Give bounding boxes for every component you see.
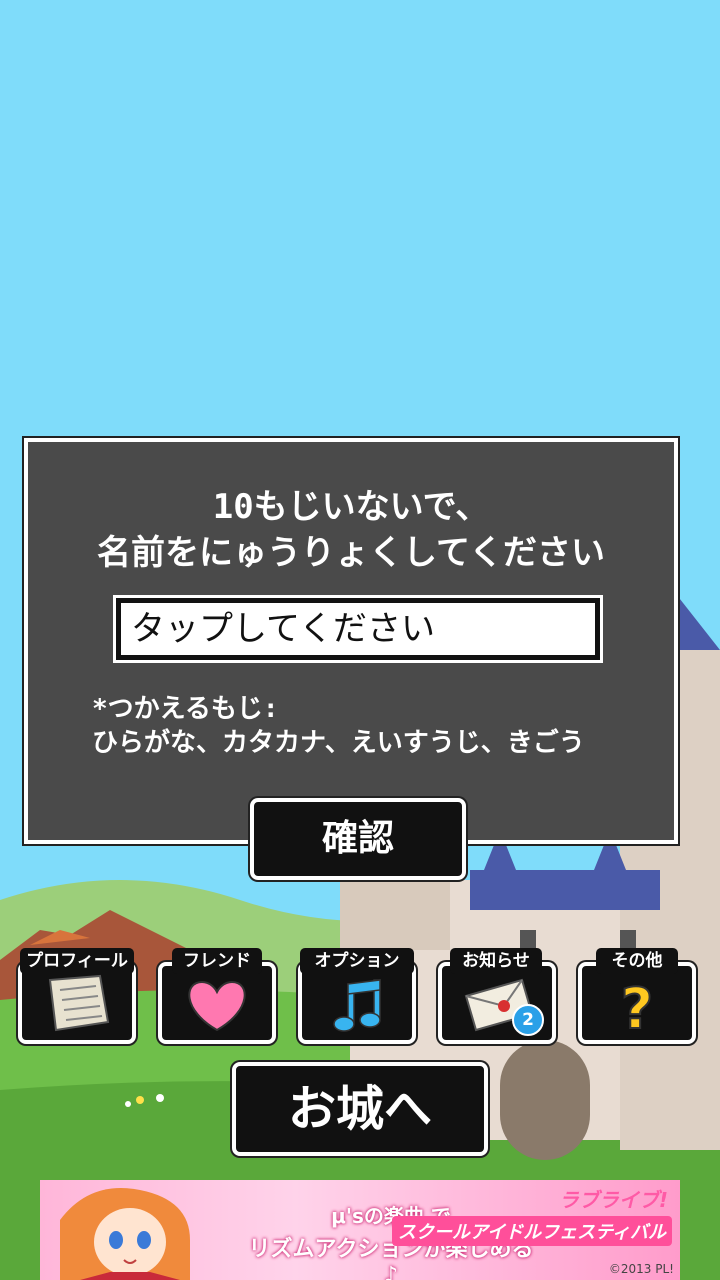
other-tag: その他	[596, 948, 678, 974]
option-button[interactable]	[298, 962, 416, 1044]
friend-button[interactable]	[158, 962, 276, 1044]
prompt-line-2: 名前をにゅうりょくしてください	[97, 533, 605, 573]
svg-text:?: ?	[621, 977, 653, 1040]
heart-icon	[188, 980, 246, 1032]
go-to-castle-button[interactable]: お城へ	[232, 1062, 488, 1156]
option-tag: オプション	[300, 948, 414, 974]
character-illustration	[60, 1188, 190, 1280]
notice-count-badge: 2	[512, 1004, 544, 1036]
name-entry-dialog: 10もじいないで、 名前をにゅうりょくしてください タップしてください *つかえ…	[24, 438, 678, 844]
prompt-text: 10もじいないで、 名前をにゅうりょくしてください	[28, 484, 674, 576]
banner-logo-line-1: ラブライブ!	[558, 1188, 668, 1212]
banner-copyright: ©2013 PL!	[608, 1262, 674, 1276]
castle-label: お城へ	[287, 1081, 432, 1137]
allowed-line-1: *つかえるもじ:	[92, 694, 279, 724]
profile-tag: プロフィール	[20, 948, 134, 974]
prompt-line-1: 10もじいないで、	[212, 487, 490, 527]
confirm-label: 確認	[321, 818, 394, 859]
allowed-line-2: ひらがな、カタカナ、えいすうじ、きごう	[92, 728, 585, 758]
notice-tag: お知らせ	[450, 948, 542, 974]
confirm-button[interactable]: 確認	[250, 798, 466, 880]
allowed-characters-note: *つかえるもじ: ひらがな、カタカナ、えいすうじ、きごう	[92, 692, 585, 760]
notice-button[interactable]: 2	[438, 962, 556, 1044]
banner-logo-line-2: スクールアイドルフェスティバル	[391, 1216, 672, 1246]
music-note-icon	[333, 979, 381, 1032]
document-icon	[48, 974, 110, 1032]
profile-button[interactable]	[18, 962, 136, 1044]
question-mark-icon: ?	[620, 976, 654, 1040]
name-input[interactable]: タップしてください	[113, 595, 603, 663]
name-input-placeholder: タップしてください	[131, 609, 435, 649]
other-button[interactable]: ?	[578, 962, 696, 1044]
friend-tag: フレンド	[172, 948, 262, 974]
ad-banner[interactable]: μ'sの楽曲 で リズムアクションが楽しめる♪ ラブライブ! スクールアイドルフ…	[40, 1180, 680, 1280]
